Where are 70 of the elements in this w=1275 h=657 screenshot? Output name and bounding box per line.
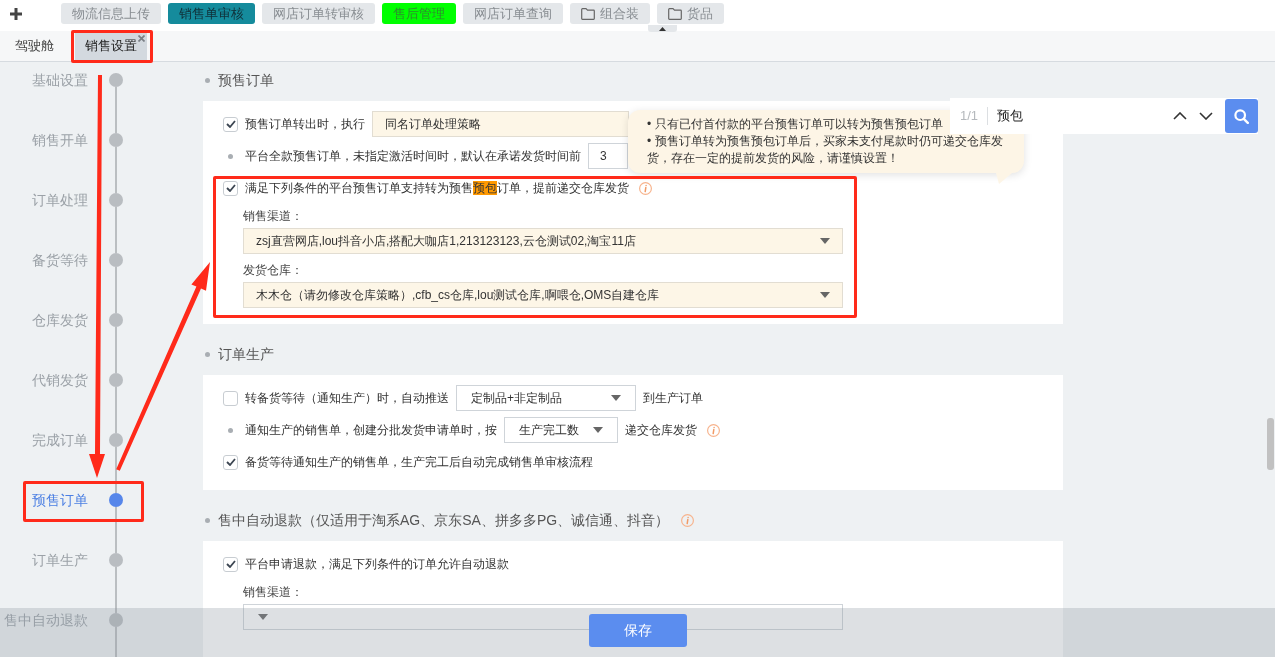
checkbox[interactable] [223, 454, 238, 470]
search-icon [1234, 108, 1249, 124]
field-label: 销售渠道： [243, 208, 303, 225]
setting-text: 满足下列条件的平台预售订单支持转为预售预包订单，提前递交仓库发货 [245, 180, 629, 197]
timeline-step[interactable]: 销售开单 [0, 122, 88, 182]
tooltip-text: • 只有已付首付款的平台预售订单可以转为预售预包订单 [647, 116, 944, 133]
folder-icon [668, 7, 682, 20]
dropdown[interactable]: 木木仓（请勿修改仓库策略）,cfb_cs仓库,lou测试仓库,啊喂仓,OMS自建仓库 [243, 282, 843, 308]
timeline-step[interactable]: 仓库发货 [0, 302, 88, 362]
setting-text: 备货等待通知生产的销售单，生产完工后自动完成销售单审核流程 [245, 454, 593, 471]
page-tab[interactable]: 销售设置 [75, 31, 147, 61]
info-icon [639, 181, 652, 195]
search-button[interactable] [1225, 99, 1258, 133]
bullet-icon [228, 153, 233, 159]
check-icon [225, 120, 236, 128]
bullet-icon [205, 351, 210, 357]
nav-tab[interactable]: 售后管理 [382, 3, 456, 24]
plus-icon[interactable] [10, 8, 22, 20]
page-tab[interactable]: 驾驶舱 [5, 31, 64, 61]
bullet-icon [205, 77, 210, 83]
check-icon [225, 458, 236, 466]
timeline-step[interactable]: 预售订单 [0, 482, 88, 542]
nav-tab[interactable]: 货品 [657, 3, 724, 24]
setting-text: 递交仓库发货 [625, 422, 697, 439]
nav-tab[interactable]: 物流信息上传 [61, 3, 161, 24]
bullet-icon [205, 517, 210, 523]
timeline-step[interactable]: 基础设置 [0, 62, 88, 122]
tooltip-text: • 预售订单转为预售预包订单后，买家未支付尾款时仍可递交仓库发货，存在一定的提前发货的风险，请谨慎设置！ [647, 133, 1004, 167]
info-icon [707, 423, 720, 437]
checkbox[interactable] [223, 390, 238, 406]
nav-tab[interactable]: 网店订单转审核 [262, 3, 375, 24]
collapse-button[interactable] [648, 25, 677, 32]
setting-text: 到生产订单 [643, 390, 703, 407]
check-icon [225, 560, 236, 568]
number-input[interactable]: 3 [588, 143, 628, 169]
match-count: 1/1 [959, 107, 979, 126]
dropdown[interactable]: 同名订单处理策略 [372, 111, 629, 137]
folder-icon [581, 7, 595, 20]
nav-tab[interactable]: 销售单审核 [168, 3, 255, 24]
nav-tab[interactable]: 网店订单查询 [463, 3, 563, 24]
bullet-icon [228, 427, 233, 433]
setting-text: 通知生产的销售单，创建分批发货申请单时，按 [245, 422, 497, 439]
field-label: 发货仓库： [243, 262, 303, 279]
timeline-step[interactable]: 订单生产 [0, 542, 88, 602]
close-icon[interactable] [138, 35, 145, 42]
timeline-step[interactable]: 完成订单 [0, 422, 88, 482]
scrollbar-thumb[interactable] [1267, 418, 1274, 470]
dropdown[interactable]: 定制品+非定制品 [456, 385, 636, 411]
timeline-step[interactable]: 订单处理 [0, 182, 88, 242]
nav-tab[interactable]: 组合装 [570, 3, 650, 24]
chevron-up-icon[interactable] [1173, 112, 1187, 120]
setting-text: 转备货等待（通知生产）时，自动推送 [245, 390, 449, 407]
chevron-down-icon[interactable] [1199, 112, 1213, 120]
section-title: 订单生产 [218, 345, 274, 364]
dropdown[interactable]: zsj直营网店,lou抖音小店,搭配大咖店1,213123123,云仓测试02,淘宝11店 [243, 228, 843, 254]
check-icon [225, 184, 236, 192]
setting-text: 预售订单转出时，执行 [245, 116, 365, 133]
dropdown[interactable]: 生产完工数 [504, 417, 618, 443]
checkbox[interactable] [223, 556, 238, 572]
section-title: 预售订单 [218, 71, 274, 90]
section-title: 售中自动退款（仅适用于淘系AG、京东SA、拼多多PG、诚信通、抖音） [218, 511, 670, 530]
timeline-step[interactable]: 代销发货 [0, 362, 88, 422]
checkbox[interactable] [223, 180, 238, 196]
timeline-step[interactable]: 备货等待 [0, 242, 88, 302]
save-button[interactable]: 保存 [588, 614, 687, 647]
setting-text: 平台申请退款，满足下列条件的订单允许自动退款 [245, 556, 509, 573]
search-field[interactable]: 预包 [997, 103, 1173, 129]
checkbox[interactable] [223, 116, 238, 132]
field-label: 销售渠道： [243, 584, 303, 601]
setting-text: 平台全款预售订单，未指定激活时间时，默认在承诺发货时间前 [245, 148, 581, 165]
